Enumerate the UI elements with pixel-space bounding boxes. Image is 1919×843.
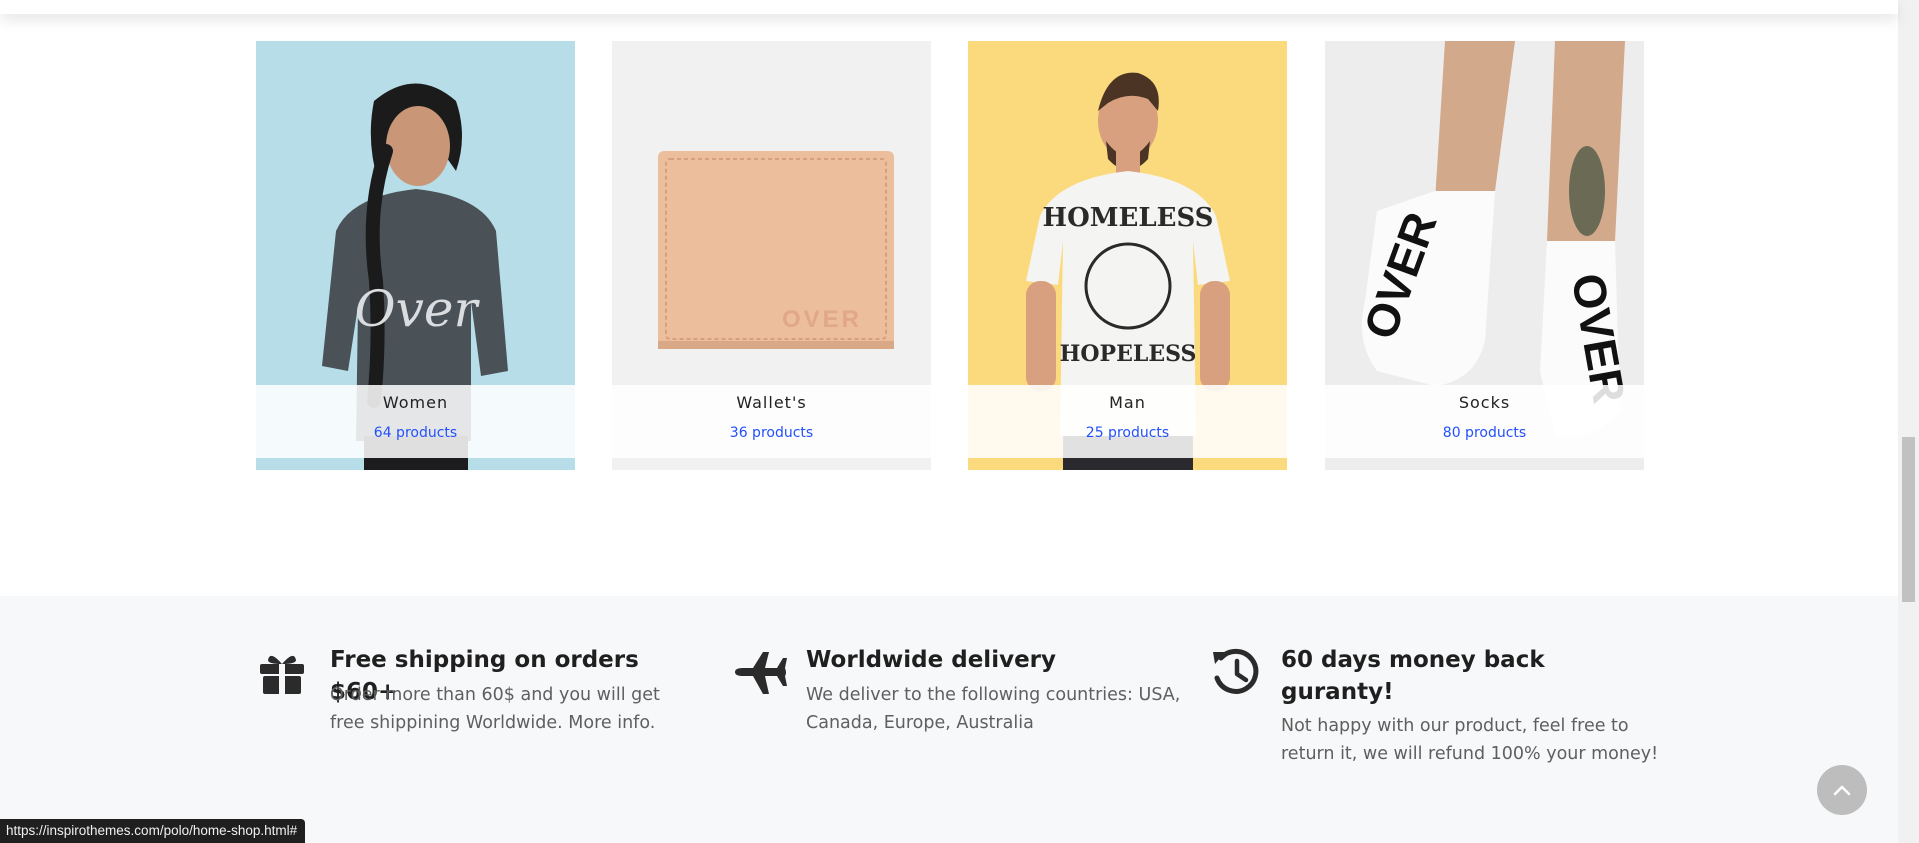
category-count-link[interactable]: 64 products [256, 425, 575, 441]
back-to-top-button[interactable] [1817, 765, 1867, 815]
feature-text-line: Order more than 60$ and you will get [330, 685, 660, 705]
sticky-header [0, 0, 1898, 14]
vertical-scrollbar[interactable] [1898, 0, 1919, 843]
category-grid: Over Women 64 products OVER Wallet's 36 … [256, 41, 1644, 470]
feature-free-shipping: Free shipping on orders $60+ Order more … [258, 596, 678, 796]
category-count-link[interactable]: 36 products [612, 425, 931, 441]
category-card-women[interactable]: Over Women 64 products [256, 41, 575, 470]
category-card-socks[interactable]: OVER OVER Socks 80 products [1325, 41, 1644, 470]
svg-text:Over: Over [355, 280, 481, 338]
category-title[interactable]: Man [968, 393, 1287, 412]
browser-status-url: https://inspirothemes.com/polo/home-shop… [0, 819, 306, 843]
category-count-link[interactable]: 80 products [1325, 425, 1644, 441]
category-card-man[interactable]: HOMELESS HOPELESS Man 25 products [968, 41, 1287, 470]
feature-text-line: We deliver to the following countries: U… [806, 685, 1181, 705]
category-count-link[interactable]: 25 products [968, 425, 1287, 441]
feature-title: Worldwide delivery [806, 647, 1057, 673]
feature-worldwide-delivery: Worldwide delivery We deliver to the fol… [733, 596, 1180, 796]
svg-text:HOMELESS: HOMELESS [1043, 203, 1214, 233]
feature-title-line: 60 days money back [1281, 647, 1545, 673]
category-card-wallets[interactable]: OVER Wallet's 36 products [612, 41, 931, 470]
feature-money-back: 60 days money back guranty! Not happy wi… [1211, 596, 1658, 836]
category-title[interactable]: Wallet's [612, 393, 931, 412]
chevron-up-icon [1833, 785, 1851, 796]
category-title[interactable]: Socks [1325, 393, 1644, 412]
feature-text-line: free shippining Worldwide. More info. [330, 713, 656, 733]
shop-features-section: Free shipping on orders $60+ Order more … [0, 596, 1898, 843]
svg-text:OVER: OVER [782, 306, 862, 333]
page: Over Women 64 products OVER Wallet's 36 … [0, 0, 1919, 843]
history-icon [1213, 648, 1259, 694]
category-title[interactable]: Women [256, 393, 575, 412]
feature-text-line: Canada, Europe, Australia [806, 713, 1034, 733]
feature-text-line: return it, we will refund 100% your mone… [1281, 744, 1659, 764]
scrollbar-thumb[interactable] [1902, 437, 1915, 602]
feature-title-line: guranty! [1281, 679, 1394, 705]
plane-icon [735, 652, 787, 694]
gift-icon [260, 655, 304, 694]
svg-text:HOPELESS: HOPELESS [1060, 341, 1197, 367]
feature-text-line: Not happy with our product, feel free to [1281, 716, 1629, 736]
